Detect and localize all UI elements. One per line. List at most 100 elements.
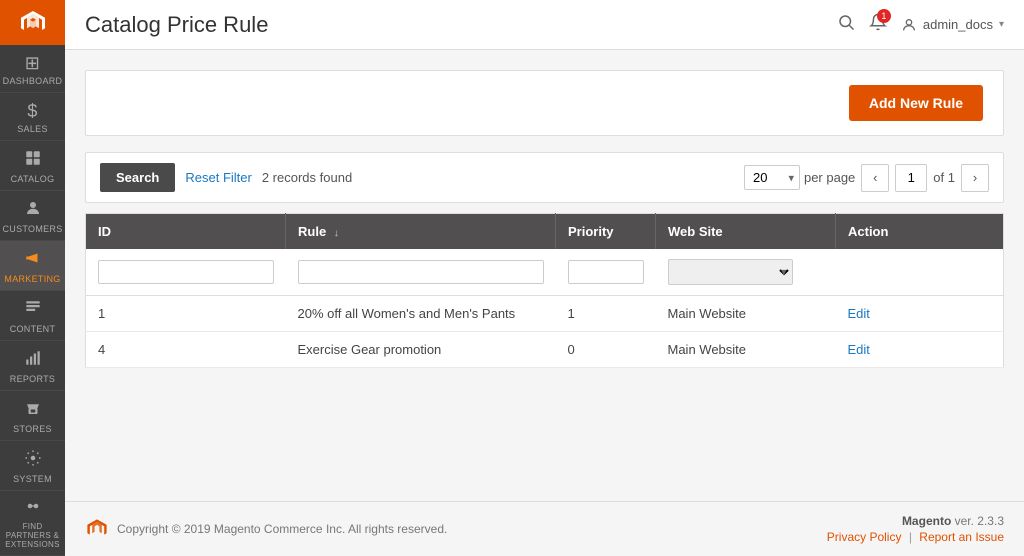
privacy-policy-link[interactable]: Privacy Policy: [827, 530, 902, 544]
cell-action: Edit: [836, 332, 1004, 368]
notification-count: 1: [877, 9, 891, 23]
filter-bar: Search Reset Filter 2 records found 20 3…: [85, 152, 1004, 203]
table-row: 1 20% off all Women's and Men's Pants 1 …: [86, 296, 1004, 332]
cell-action: Edit: [836, 296, 1004, 332]
sales-icon: $: [27, 101, 37, 122]
per-page-dropdown[interactable]: 20 30 50 100 200: [744, 165, 800, 190]
col-header-action: Action: [836, 214, 1004, 250]
cell-priority: 1: [556, 296, 656, 332]
footer-copyright: Copyright © 2019 Magento Commerce Inc. A…: [117, 522, 447, 536]
page-total: of 1: [933, 170, 955, 185]
sidebar-item-stores-label: STORES: [13, 424, 52, 434]
page-number-input[interactable]: [895, 164, 927, 192]
admin-avatar-icon: [901, 17, 917, 33]
footer-right: Magento ver. 2.3.3 Privacy Policy | Repo…: [827, 514, 1004, 544]
filter-id-input[interactable]: [98, 260, 274, 284]
dashboard-icon: ⊞: [25, 53, 40, 74]
footer: Copyright © 2019 Magento Commerce Inc. A…: [65, 501, 1024, 556]
per-page-select-wrap[interactable]: 20 30 50 100 200: [744, 165, 800, 190]
admin-user-menu[interactable]: admin_docs ▾: [901, 17, 1004, 33]
customers-icon: [24, 199, 42, 222]
stores-icon: [24, 399, 42, 422]
sidebar-item-customers-label: CUSTOMERS: [2, 224, 62, 234]
edit-link-row1[interactable]: Edit: [848, 342, 870, 357]
cell-id: 4: [86, 332, 286, 368]
sidebar-item-reports[interactable]: REPORTS: [0, 341, 65, 391]
per-page-select: 20 30 50 100 200 per page: [744, 165, 855, 190]
price-rules-table: ID Rule ↓ Priority Web Site Action: [85, 213, 1004, 368]
sidebar-item-system[interactable]: SYSTEM: [0, 441, 65, 491]
records-found: 2 records found: [262, 170, 352, 185]
magento-logo-icon: [18, 8, 48, 38]
sidebar-item-customers[interactable]: CUSTOMERS: [0, 191, 65, 241]
sidebar-item-reports-label: REPORTS: [10, 374, 55, 384]
main-content: Catalog Price Rule 1 admin_docs ▾ Add Ne…: [65, 0, 1024, 556]
col-action-label: Action: [848, 224, 888, 239]
sidebar-item-stores[interactable]: STORES: [0, 391, 65, 441]
admin-username: admin_docs: [923, 17, 993, 32]
action-bar: Add New Rule: [85, 70, 1004, 136]
add-new-rule-button[interactable]: Add New Rule: [849, 85, 983, 121]
magento-brand: Magento: [902, 514, 951, 528]
sidebar: ⊞ DASHBOARD $ SALES CATALOG CUSTOMERS MA…: [0, 0, 65, 556]
sidebar-item-content-label: CONTENT: [10, 324, 56, 334]
col-header-priority: Priority: [556, 214, 656, 250]
topbar-right: 1 admin_docs ▾: [837, 13, 1004, 36]
filter-priority-input[interactable]: [568, 260, 644, 284]
system-icon: [24, 449, 42, 472]
filter-row: Main Website: [86, 249, 1004, 296]
sidebar-item-sales[interactable]: $ SALES: [0, 93, 65, 141]
col-header-website: Web Site: [656, 214, 836, 250]
notification-bell-icon[interactable]: 1: [869, 13, 887, 36]
content-icon: [24, 299, 42, 322]
sidebar-item-dashboard-label: DASHBOARD: [3, 76, 63, 86]
sidebar-item-system-label: SYSTEM: [13, 474, 52, 484]
filter-website-select-wrap[interactable]: Main Website: [668, 259, 793, 285]
sidebar-item-catalog[interactable]: CATALOG: [0, 141, 65, 191]
page-next-button[interactable]: ›: [961, 164, 989, 192]
page-prev-button[interactable]: ‹: [861, 164, 889, 192]
cell-rule: Exercise Gear promotion: [286, 332, 556, 368]
per-page-label: per page: [804, 170, 855, 185]
partners-icon: [24, 497, 42, 520]
col-header-id: ID: [86, 214, 286, 250]
sidebar-logo[interactable]: [0, 0, 65, 45]
cell-id: 1: [86, 296, 286, 332]
catalog-icon: [24, 149, 42, 172]
cell-rule: 20% off all Women's and Men's Pants: [286, 296, 556, 332]
reports-icon: [24, 349, 42, 372]
cell-website: Main Website: [656, 296, 836, 332]
search-button[interactable]: Search: [100, 163, 175, 192]
topbar: Catalog Price Rule 1 admin_docs ▾: [65, 0, 1024, 50]
footer-version: Magento ver. 2.3.3: [827, 514, 1004, 528]
footer-magento-logo: [85, 517, 109, 541]
reset-filter-button[interactable]: Reset Filter: [185, 170, 251, 185]
page-title: Catalog Price Rule: [85, 12, 268, 38]
col-header-rule: Rule ↓: [286, 214, 556, 250]
cell-priority: 0: [556, 332, 656, 368]
filter-rule-input[interactable]: [298, 260, 544, 284]
sidebar-item-marketing[interactable]: MARKETING: [0, 241, 65, 291]
col-rule-label: Rule: [298, 224, 326, 239]
sidebar-item-catalog-label: CATALOG: [11, 174, 55, 184]
col-id-label: ID: [98, 224, 111, 239]
version-number: ver. 2.3.3: [955, 514, 1004, 528]
sidebar-item-marketing-label: MARKETING: [4, 274, 60, 284]
col-website-label: Web Site: [668, 224, 723, 239]
sidebar-item-partners[interactable]: FIND PARTNERS & EXTENSIONS: [0, 491, 65, 556]
footer-links: Privacy Policy | Report an Issue: [827, 530, 1004, 544]
marketing-icon: [24, 249, 42, 272]
footer-separator: |: [909, 530, 912, 544]
filter-website-select[interactable]: Main Website: [668, 259, 793, 285]
sort-rule-icon[interactable]: ↓: [334, 228, 339, 239]
sidebar-item-sales-label: SALES: [17, 124, 48, 134]
cell-website: Main Website: [656, 332, 836, 368]
edit-link-row0[interactable]: Edit: [848, 306, 870, 321]
sidebar-item-dashboard[interactable]: ⊞ DASHBOARD: [0, 45, 65, 93]
sidebar-item-content[interactable]: CONTENT: [0, 291, 65, 341]
footer-left: Copyright © 2019 Magento Commerce Inc. A…: [85, 517, 447, 541]
admin-dropdown-arrow: ▾: [999, 19, 1004, 30]
report-issue-link[interactable]: Report an Issue: [919, 530, 1004, 544]
sidebar-item-partners-label: FIND PARTNERS & EXTENSIONS: [4, 522, 61, 549]
search-icon[interactable]: [837, 13, 855, 36]
